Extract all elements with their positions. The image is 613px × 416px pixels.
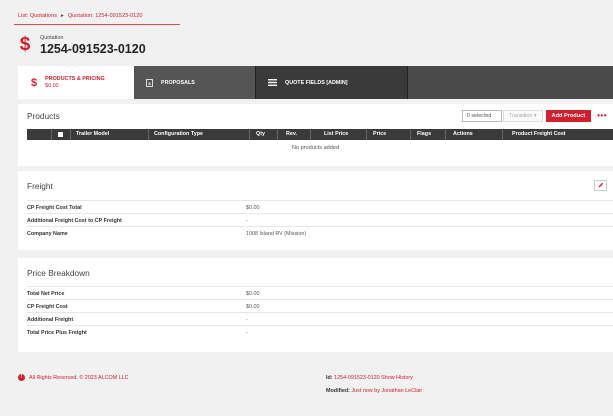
products-panel: Products 0 selected Transition ▾ Add Pro… xyxy=(18,104,613,166)
freight-row: CP Freight Cost Total $0.00 xyxy=(27,200,613,213)
price-row: Additional Freight - xyxy=(27,312,613,325)
modified-info: Modified: Just now by Jonathan LeClair xyxy=(326,388,422,394)
field-label: Total Net Price xyxy=(27,291,65,297)
edit-freight-button[interactable] xyxy=(594,180,607,191)
field-label: Additional Freight xyxy=(27,317,74,323)
field-label: CP Freight Cost xyxy=(27,304,68,310)
id-label: Id: xyxy=(326,375,333,381)
products-table-header: Trailer Model Configuration Type Qty Rev… xyxy=(27,129,613,140)
document-icon: $ xyxy=(146,78,153,87)
column-separator xyxy=(366,129,367,140)
price-breakdown-title: Price Breakdown xyxy=(27,268,90,278)
more-options-icon[interactable]: ••• xyxy=(597,112,607,120)
field-value: $0.00 xyxy=(246,304,260,310)
quote-header: $ Quotation 1254-091523-0120 xyxy=(18,33,146,57)
col-product-freight-cost[interactable]: Product Freight Cost xyxy=(512,131,566,137)
transition-dropdown[interactable]: Transition ▾ xyxy=(502,110,543,122)
col-flags[interactable]: Flags xyxy=(417,131,431,137)
dollar-icon: $ xyxy=(31,76,38,89)
column-separator xyxy=(445,129,446,140)
tab-products-pricing[interactable]: $ PRODUCTS & PRICING $0.00 xyxy=(18,66,134,99)
breadcrumb-current[interactable]: Quotation: 1254-091523-0120 xyxy=(68,13,143,19)
column-separator xyxy=(410,129,411,140)
field-value: - xyxy=(246,317,248,323)
col-configuration-type[interactable]: Configuration Type xyxy=(154,131,203,137)
footer: ! All Rights Reserved. © 2023 ALCOM LLC … xyxy=(18,371,613,401)
freight-row: Additional Freight Cost to CP Freight - xyxy=(27,213,613,226)
tab-quote-fields[interactable]: QUOTE FIELDS [ADMIN] xyxy=(256,66,408,99)
list-icon xyxy=(268,79,277,86)
field-value: - xyxy=(246,218,248,224)
tab-bar: $ PRODUCTS & PRICING $0.00 $ PROPOSALS Q… xyxy=(18,66,613,99)
col-rev[interactable]: Rev. xyxy=(286,131,297,137)
field-value: $0.00 xyxy=(246,291,260,297)
products-title: Products xyxy=(27,111,60,121)
breadcrumb-list-link[interactable]: List: Quotations xyxy=(18,13,57,19)
show-history-link[interactable]: Show History xyxy=(381,375,413,381)
tab-label: PRODUCTS & PRICING xyxy=(45,75,105,82)
col-actions[interactable]: Actions xyxy=(453,131,473,137)
id-value: 1254-091523-0120 xyxy=(334,375,380,381)
col-price[interactable]: Price xyxy=(373,131,386,137)
freight-row: Company Name 1008 Island RV (Mission) xyxy=(27,226,613,239)
column-separator xyxy=(502,129,503,140)
tab-proposals[interactable]: $ PROPOSALS xyxy=(134,66,256,99)
freight-title: Freight xyxy=(27,181,53,191)
modified-label: Modified: xyxy=(326,388,350,394)
price-row: Total Net Price $0.00 xyxy=(27,286,613,299)
breadcrumb: List: Quotations ► Quotation: 1254-09152… xyxy=(18,13,142,19)
tab-bar-filler xyxy=(408,66,613,99)
field-label: Total Price Plus Freight xyxy=(27,330,87,336)
field-label: Additional Freight Cost to CP Freight xyxy=(27,218,122,224)
column-separator xyxy=(51,129,52,140)
field-value: 1008 Island RV (Mission) xyxy=(246,231,307,237)
selected-count[interactable]: 0 selected xyxy=(461,110,502,122)
tab-label: QUOTE FIELDS [ADMIN] xyxy=(285,79,348,86)
quote-label: Quotation xyxy=(40,34,64,41)
pencil-icon xyxy=(598,182,604,190)
alert-icon: ! xyxy=(18,374,25,381)
breadcrumb-separator: ► xyxy=(59,13,65,19)
col-list-price[interactable]: List Price xyxy=(324,131,348,137)
col-trailer-model[interactable]: Trailer Model xyxy=(76,131,109,137)
select-all-checkbox[interactable] xyxy=(58,132,63,137)
empty-state-message: No products added xyxy=(291,145,340,151)
price-row: CP Freight Cost $0.00 xyxy=(27,299,613,312)
column-separator xyxy=(277,129,278,140)
price-breakdown-panel: Price Breakdown Total Net Price $0.00 CP… xyxy=(18,258,613,352)
page-title: 1254-091523-0120 xyxy=(40,41,146,56)
dollar-icon: $ xyxy=(19,34,31,55)
modified-value[interactable]: Just now by Jonathan LeClair xyxy=(351,388,422,394)
column-separator xyxy=(310,129,311,140)
field-value: $0.00 xyxy=(246,205,260,211)
field-value: - xyxy=(246,330,248,336)
record-id: Id: 1254-091523-0120 Show History xyxy=(326,375,413,381)
add-product-button[interactable]: Add Product xyxy=(545,110,592,122)
col-qty[interactable]: Qty xyxy=(256,131,265,137)
tab-label: PROPOSALS xyxy=(161,79,195,86)
field-label: CP Freight Cost Total xyxy=(27,205,82,211)
freight-panel: Freight CP Freight Cost Total $0.00 Addi… xyxy=(18,171,613,250)
products-toolbar: 0 selected Transition ▾ Add Product ••• xyxy=(461,110,613,122)
tab-amount: $0.00 xyxy=(45,82,59,89)
column-separator xyxy=(148,129,149,140)
column-separator xyxy=(70,129,71,140)
field-label: Company Name xyxy=(27,231,68,237)
copyright-text: All Rights Reserved. © 2023 ALCOM LLC xyxy=(29,375,129,381)
svg-text:$: $ xyxy=(148,81,151,86)
price-row: Total Price Plus Freight - xyxy=(27,325,613,338)
column-separator xyxy=(249,129,250,140)
breadcrumb-underline xyxy=(14,24,180,25)
